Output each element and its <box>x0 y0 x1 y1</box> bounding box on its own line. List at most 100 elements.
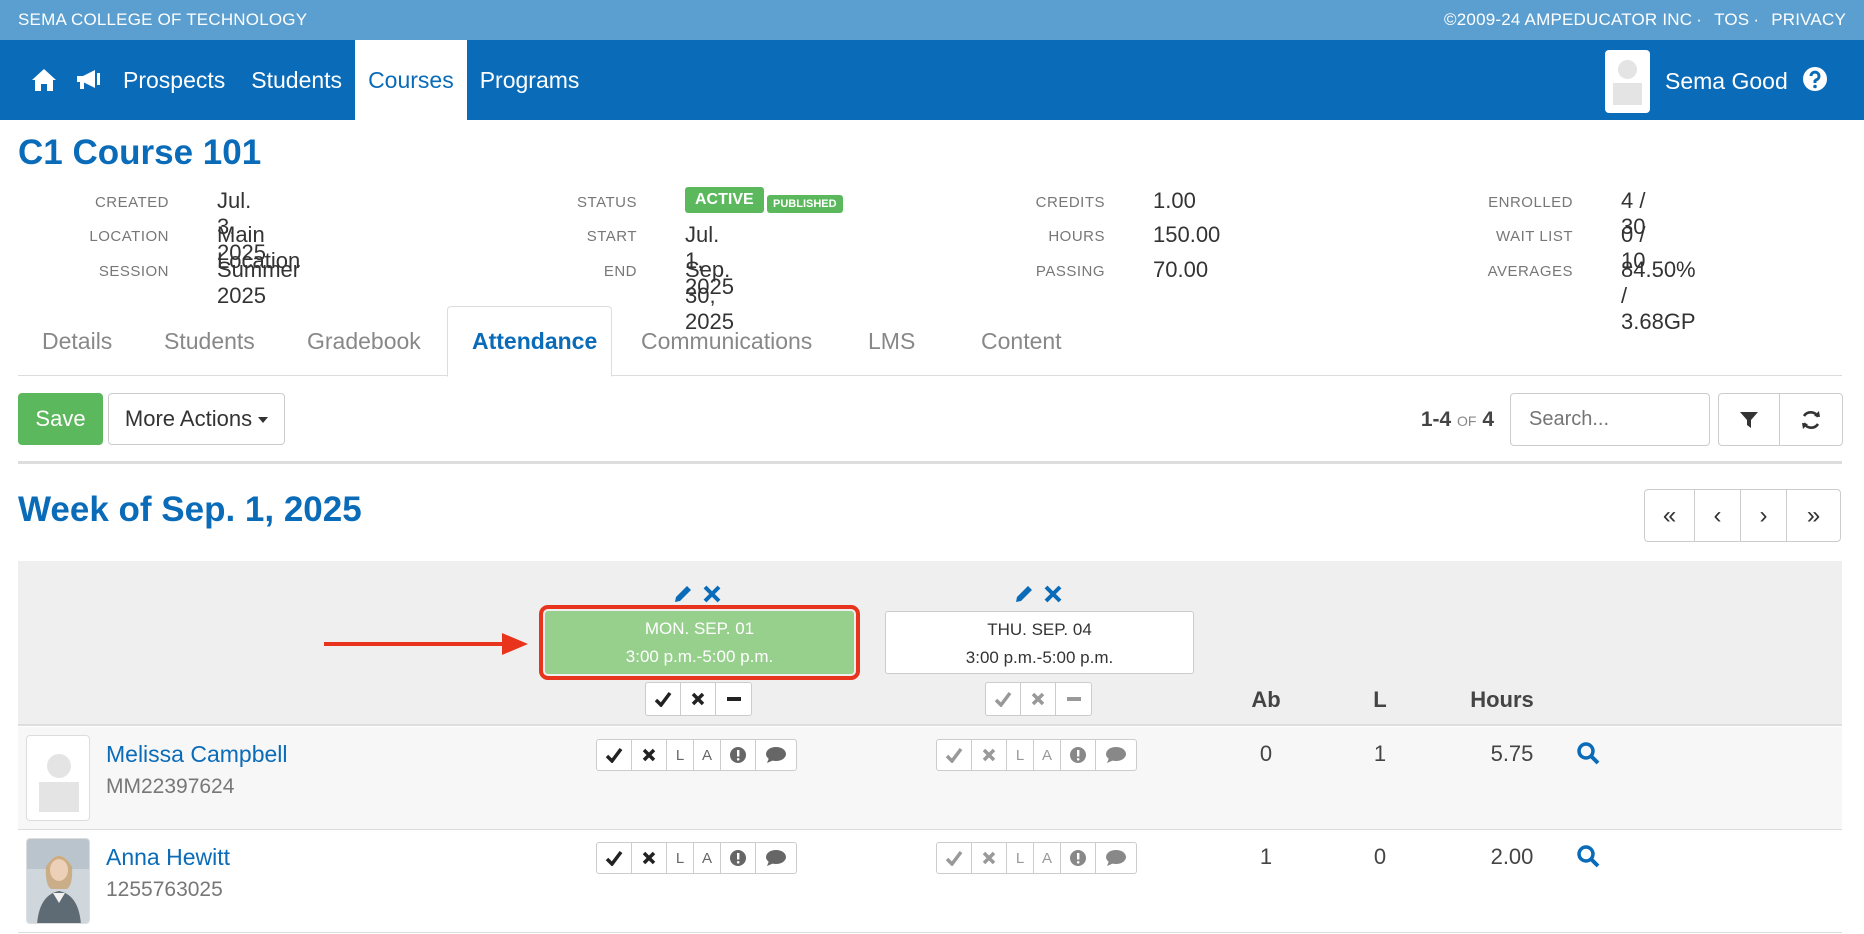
credits-value: 1.00 <box>1153 188 1196 213</box>
absent-excused-button[interactable]: A <box>1034 740 1061 770</box>
session-1-actions <box>672 583 722 605</box>
late-button[interactable]: L <box>1007 740 1034 770</box>
exclamation-icon[interactable] <box>721 843 756 873</box>
prev-week-icon[interactable]: ‹ <box>1695 490 1741 541</box>
absent-excused-button[interactable]: A <box>1034 843 1061 873</box>
minus-icon[interactable] <box>716 683 751 715</box>
session-2-bulk <box>985 682 1092 716</box>
created-label: CREATED <box>94 194 169 211</box>
late-count: 1 <box>1373 741 1387 766</box>
present-check-icon[interactable] <box>597 843 632 873</box>
course-tabs: Details Students Gradebook Attendance Co… <box>18 306 1842 377</box>
student-id: 1255763025 <box>106 878 223 901</box>
record-count: 1-4 OF 4 <box>1420 408 1494 431</box>
session-value: Summer 2025 <box>217 257 301 308</box>
tos-link[interactable]: TOS <box>1714 10 1749 29</box>
averages-label: AVERAGES <box>1487 263 1573 280</box>
pencil-icon[interactable] <box>672 583 694 605</box>
x-icon[interactable] <box>1021 683 1056 715</box>
save-button[interactable]: Save <box>18 393 103 445</box>
tab-gradebook[interactable]: Gradebook <box>283 306 445 376</box>
page-title: C1 Course 101 <box>18 133 262 172</box>
student-photo <box>26 735 90 821</box>
search-icon[interactable] <box>1576 741 1600 770</box>
comment-icon[interactable] <box>1096 843 1136 873</box>
caret-down-icon <box>258 417 269 423</box>
comment-icon[interactable] <box>756 843 796 873</box>
privacy-link[interactable]: PRIVACY <box>1771 10 1846 29</box>
comment-icon[interactable] <box>1096 740 1136 770</box>
session-time: 3:00 p.m.-5:00 p.m. <box>625 647 774 666</box>
tab-details[interactable]: Details <box>18 306 136 376</box>
absent-x-icon[interactable] <box>632 843 667 873</box>
absent-x-icon[interactable] <box>632 740 667 770</box>
tab-lms[interactable]: LMS <box>844 306 939 376</box>
absent-x-icon[interactable] <box>972 843 1007 873</box>
tab-content[interactable]: Content <box>957 306 1086 376</box>
column-hours: Hours <box>1470 687 1534 712</box>
late-button[interactable]: L <box>667 740 694 770</box>
more-actions-button[interactable]: More Actions <box>108 393 285 445</box>
check-icon[interactable] <box>986 683 1021 715</box>
session-1-bulk <box>645 682 752 716</box>
exclamation-icon[interactable] <box>1061 740 1096 770</box>
tab-attendance[interactable]: Attendance <box>447 306 612 377</box>
toolbar-tools <box>1718 393 1843 446</box>
help-icon[interactable] <box>1802 66 1828 97</box>
nav-courses[interactable]: Courses <box>355 40 467 120</box>
student-photo <box>26 838 90 924</box>
exclamation-icon[interactable] <box>721 740 756 770</box>
session-card-mon[interactable]: MON. SEP. 01 3:00 p.m.-5:00 p.m. <box>539 605 860 680</box>
close-icon[interactable] <box>1043 583 1063 605</box>
attendance-controls: L A <box>596 739 797 771</box>
refresh-icon <box>1802 410 1820 429</box>
more-actions-label: More Actions <box>124 406 253 431</box>
check-icon[interactable] <box>646 683 681 715</box>
nav-prospects[interactable]: Prospects <box>110 40 238 120</box>
close-icon[interactable] <box>702 583 722 605</box>
tab-students[interactable]: Students <box>140 306 279 376</box>
comment-icon[interactable] <box>756 740 796 770</box>
minus-icon[interactable] <box>1056 683 1091 715</box>
nav-students[interactable]: Students <box>238 40 355 120</box>
pencil-icon[interactable] <box>1013 583 1035 605</box>
passing-value: 70.00 <box>1153 257 1209 282</box>
nav-programs[interactable]: Programs <box>467 40 593 120</box>
home-icon[interactable] <box>22 40 66 120</box>
attendance-controls: L A <box>936 842 1137 874</box>
late-count: 0 <box>1373 844 1387 869</box>
next-week-icon[interactable]: › <box>1741 490 1787 541</box>
late-button[interactable]: L <box>667 843 694 873</box>
filter-button[interactable] <box>1719 394 1780 445</box>
session-2-actions <box>1013 583 1063 605</box>
tab-communications[interactable]: Communications <box>617 306 836 376</box>
megaphone-icon[interactable] <box>66 40 110 120</box>
passing-label: PASSING <box>1035 263 1105 280</box>
user-menu[interactable]: Sema Good <box>1605 50 1788 113</box>
absent-x-icon[interactable] <box>972 740 1007 770</box>
refresh-button[interactable] <box>1780 394 1842 445</box>
week-title: Week of Sep. 1, 2025 <box>18 490 362 529</box>
session-card-thu[interactable]: THU. SEP. 04 3:00 p.m.-5:00 p.m. <box>885 611 1194 674</box>
last-week-icon[interactable]: » <box>1787 490 1840 541</box>
first-week-icon[interactable]: « <box>1645 490 1695 541</box>
x-icon[interactable] <box>681 683 716 715</box>
waitlist-label: WAIT LIST <box>1495 228 1573 245</box>
footer-links: ©2009-24 AMPEDUCATOR INC · TOS · PRIVACY <box>1444 10 1846 29</box>
present-check-icon[interactable] <box>937 843 972 873</box>
student-name-link[interactable]: Melissa Campbell <box>106 741 288 768</box>
present-check-icon[interactable] <box>597 740 632 770</box>
attendance-controls: L A <box>936 739 1137 771</box>
hours-label: HOURS <box>1048 228 1105 245</box>
absent-excused-button[interactable]: A <box>694 740 721 770</box>
exclamation-icon[interactable] <box>1061 843 1096 873</box>
student-name-link[interactable]: Anna Hewitt <box>106 844 230 871</box>
absent-excused-button[interactable]: A <box>694 843 721 873</box>
present-check-icon[interactable] <box>937 740 972 770</box>
late-button[interactable]: L <box>1007 843 1034 873</box>
search-icon[interactable] <box>1576 844 1600 873</box>
search-input[interactable] <box>1510 393 1710 446</box>
session-day: MON. SEP. 01 <box>644 619 755 638</box>
org-name: SEMA COLLEGE OF TECHNOLOGY <box>18 10 308 29</box>
status-badge: ACTIVE <box>685 187 764 213</box>
